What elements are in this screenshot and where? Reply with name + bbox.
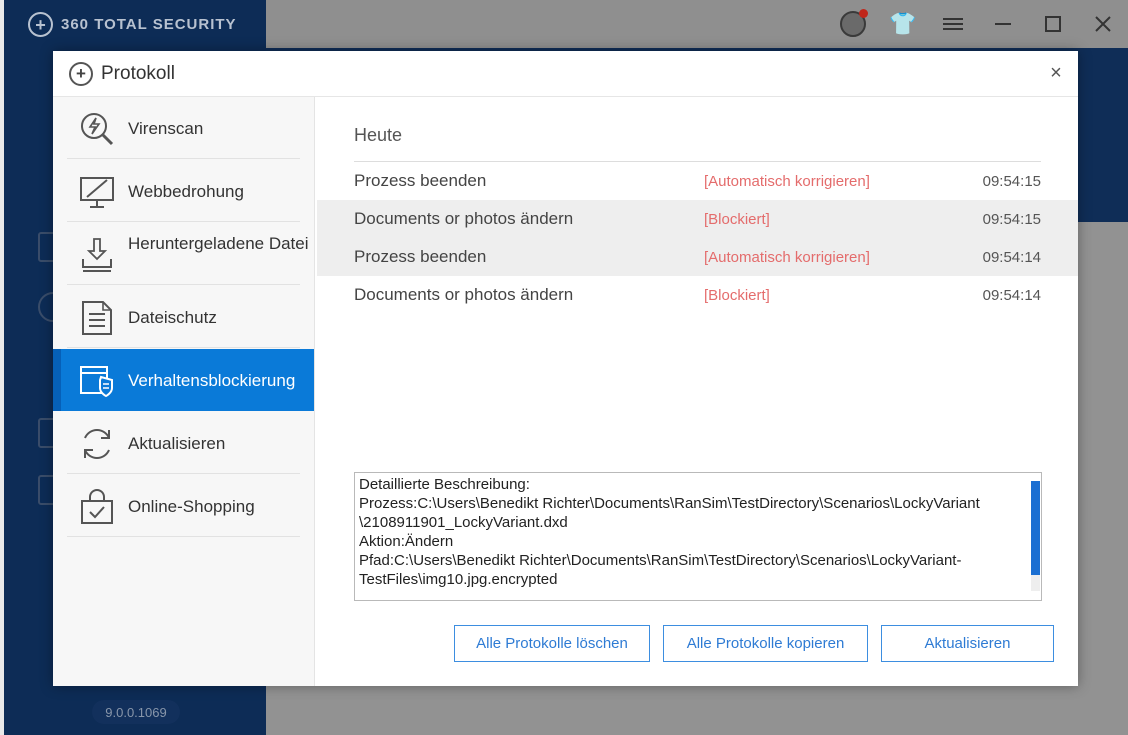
skin-shirt-icon[interactable]: 👕 bbox=[878, 0, 928, 48]
minimize-icon[interactable] bbox=[978, 0, 1028, 48]
sidebar-item-label: Heruntergeladene Datei bbox=[128, 234, 309, 253]
detail-line: Prozess:C:\Users\Benedikt Richter\Docume… bbox=[359, 495, 980, 512]
menu-icon[interactable] bbox=[928, 0, 978, 48]
refresh-icon bbox=[84, 429, 110, 459]
event-name: Documents or photos ändern bbox=[354, 285, 574, 304]
protocol-dialog: + Protokoll × Virenscan Webbedrohung Her… bbox=[53, 51, 1078, 686]
plus-logo-icon: + bbox=[28, 12, 53, 37]
divider bbox=[67, 221, 300, 222]
plus-circle-icon: + bbox=[69, 61, 93, 86]
event-time: 09:54:15 bbox=[982, 210, 1041, 228]
monitor-slash-icon bbox=[80, 177, 114, 208]
shopping-bag-icon bbox=[81, 489, 113, 524]
action-status: [Automatisch korrigieren] bbox=[704, 172, 870, 190]
table-row[interactable]: Prozess beenden [Automatisch korrigieren… bbox=[317, 238, 1078, 276]
app-logo: + 360 TOTAL SECURITY bbox=[28, 12, 237, 37]
avatar bbox=[840, 9, 868, 37]
action-status: [Automatisch korrigieren] bbox=[704, 248, 870, 266]
sidebar-item-label: Dateischutz bbox=[128, 307, 217, 327]
close-dialog-button[interactable]: × bbox=[1046, 62, 1066, 84]
maximize-icon[interactable] bbox=[1028, 0, 1078, 48]
delete-all-logs-button[interactable]: Alle Protokolle löschen bbox=[454, 625, 650, 662]
sidebar-item-label: Webbedrohung bbox=[128, 181, 244, 201]
sidebar-item-verhaltensblockierung[interactable]: Verhaltensblockierung bbox=[53, 349, 314, 411]
version-badge: 9.0.0.1069 bbox=[92, 700, 180, 724]
app-name: 360 TOTAL SECURITY bbox=[61, 16, 237, 33]
dialog-header: + Protokoll bbox=[53, 51, 1078, 97]
event-time: 09:54:14 bbox=[982, 286, 1041, 304]
action-status: [Blockiert] bbox=[704, 210, 770, 228]
table-row[interactable]: Documents or photos ändern [Blockiert] 0… bbox=[354, 276, 1041, 314]
refresh-logs-button[interactable]: Aktualisieren bbox=[881, 625, 1054, 662]
protocol-sidebar: Virenscan Webbedrohung Heruntergeladene … bbox=[53, 97, 315, 686]
divider bbox=[67, 347, 300, 348]
sidebar-item-label: Aktualisieren bbox=[128, 433, 226, 453]
sidebar-item-label: Online-Shopping bbox=[128, 496, 255, 516]
divider bbox=[67, 284, 300, 285]
detail-line: Aktion:Ändern bbox=[359, 533, 454, 550]
log-table: Prozess beenden [Automatisch korrigieren… bbox=[317, 161, 1078, 314]
lightning-scan-icon bbox=[81, 113, 114, 146]
download-tray-icon bbox=[82, 238, 112, 272]
sidebar-item-webbedrohung[interactable]: Webbedrohung bbox=[53, 160, 314, 222]
event-name: Prozess beenden bbox=[354, 247, 487, 266]
protocol-main: Heute Prozess beenden [Automatisch korri… bbox=[315, 97, 1078, 686]
sidebar-item-label: Verhaltensblockierung bbox=[128, 370, 296, 390]
copy-all-logs-button[interactable]: Alle Protokolle kopieren bbox=[663, 625, 868, 662]
table-row[interactable]: Prozess beenden [Automatisch korrigieren… bbox=[354, 162, 1041, 200]
detail-line: TestFiles\img10.jpg.encrypted bbox=[359, 571, 558, 588]
detail-line: \2108911901_LockyVariant.dxd bbox=[359, 514, 568, 531]
event-time: 09:54:14 bbox=[982, 248, 1041, 266]
divider bbox=[67, 158, 300, 159]
close-window-icon[interactable] bbox=[1078, 0, 1128, 48]
event-time: 09:54:15 bbox=[982, 172, 1041, 190]
scrollbar-thumb[interactable] bbox=[1031, 481, 1040, 575]
divider bbox=[67, 536, 300, 537]
avatar-button[interactable] bbox=[828, 0, 878, 48]
divider bbox=[67, 473, 300, 474]
document-icon bbox=[82, 301, 112, 335]
sidebar-item-downloads[interactable]: Heruntergeladene Datei bbox=[53, 223, 314, 285]
detail-description-box[interactable]: Detaillierte Beschreibung: Prozess:C:\Us… bbox=[354, 472, 1042, 601]
sidebar-item-label: Virenscan bbox=[128, 118, 204, 138]
window-controls: 👕 bbox=[828, 0, 1128, 48]
event-name: Documents or photos ändern bbox=[354, 209, 574, 228]
window-edge bbox=[0, 0, 4, 735]
dialog-title: Protokoll bbox=[101, 62, 175, 84]
sidebar-item-virenscan[interactable]: Virenscan bbox=[53, 97, 314, 159]
detail-line: Detaillierte Beschreibung: bbox=[359, 476, 530, 493]
sidebar-item-online-shopping[interactable]: Online-Shopping bbox=[53, 475, 314, 537]
event-name: Prozess beenden bbox=[354, 171, 487, 190]
table-row[interactable]: Documents or photos ändern [Blockiert] 0… bbox=[317, 200, 1078, 238]
sidebar-item-dateischutz[interactable]: Dateischutz bbox=[53, 286, 314, 348]
section-title: Heute bbox=[354, 125, 403, 145]
shield-window-icon bbox=[80, 366, 113, 398]
sidebar-item-aktualisieren[interactable]: Aktualisieren bbox=[53, 412, 314, 474]
detail-line: Pfad:C:\Users\Benedikt Richter\Documents… bbox=[359, 552, 962, 569]
action-status: [Blockiert] bbox=[704, 286, 770, 304]
dialog-body: Virenscan Webbedrohung Heruntergeladene … bbox=[53, 97, 1078, 686]
